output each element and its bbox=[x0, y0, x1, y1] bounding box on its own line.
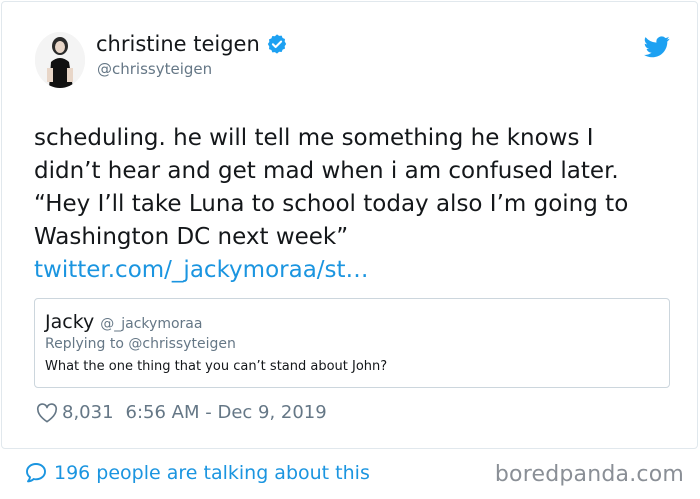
user-handle[interactable]: @chrissyteigen bbox=[97, 60, 212, 78]
speech-bubble-icon bbox=[26, 463, 46, 483]
tweet-link[interactable]: twitter.com/_jackymoraa/st… bbox=[34, 254, 674, 287]
tweet-line: scheduling. he will tell me something he… bbox=[34, 125, 594, 151]
tweet-text: scheduling. he will tell me something he… bbox=[34, 122, 674, 287]
replying-to: Replying to @chrissyteigen bbox=[45, 336, 236, 352]
user-name-row[interactable]: christine teigen bbox=[96, 32, 288, 56]
quoted-user-name: Jacky bbox=[45, 311, 95, 333]
tweet-line: Washington DC next week” bbox=[34, 224, 349, 250]
tweet-line: “Hey I’ll take Luna to school today also… bbox=[34, 191, 629, 217]
user-name[interactable]: christine teigen bbox=[96, 32, 260, 56]
twitter-bird-icon[interactable] bbox=[644, 36, 670, 58]
like-count[interactable]: 8,031 bbox=[62, 402, 114, 423]
avatar[interactable] bbox=[35, 32, 85, 88]
tweet-line: didn’t hear and get mad when i am confus… bbox=[34, 158, 619, 184]
watermark: boredpanda.com bbox=[494, 462, 684, 487]
heart-icon[interactable] bbox=[36, 402, 58, 423]
talking-count[interactable]: 196 people are talking about this bbox=[54, 462, 370, 484]
tweet-meta: 8,031 6:56 AM - Dec 9, 2019 bbox=[36, 402, 327, 423]
timestamp[interactable]: 6:56 AM - Dec 9, 2019 bbox=[126, 402, 327, 423]
conversation-link[interactable]: 196 people are talking about this bbox=[24, 461, 370, 485]
quoted-user-handle: @_jackymoraa bbox=[100, 316, 203, 332]
quoted-tweet-header: Jacky @_jackymoraa bbox=[45, 311, 202, 333]
quoted-tweet[interactable]: Jacky @_jackymoraa Replying to @chrissyt… bbox=[34, 298, 670, 388]
tweet-card: christine teigen @chrissyteigen scheduli… bbox=[1, 1, 698, 449]
quoted-tweet-text: What the one thing that you can’t stand … bbox=[45, 359, 388, 374]
verified-badge-icon bbox=[267, 34, 286, 54]
